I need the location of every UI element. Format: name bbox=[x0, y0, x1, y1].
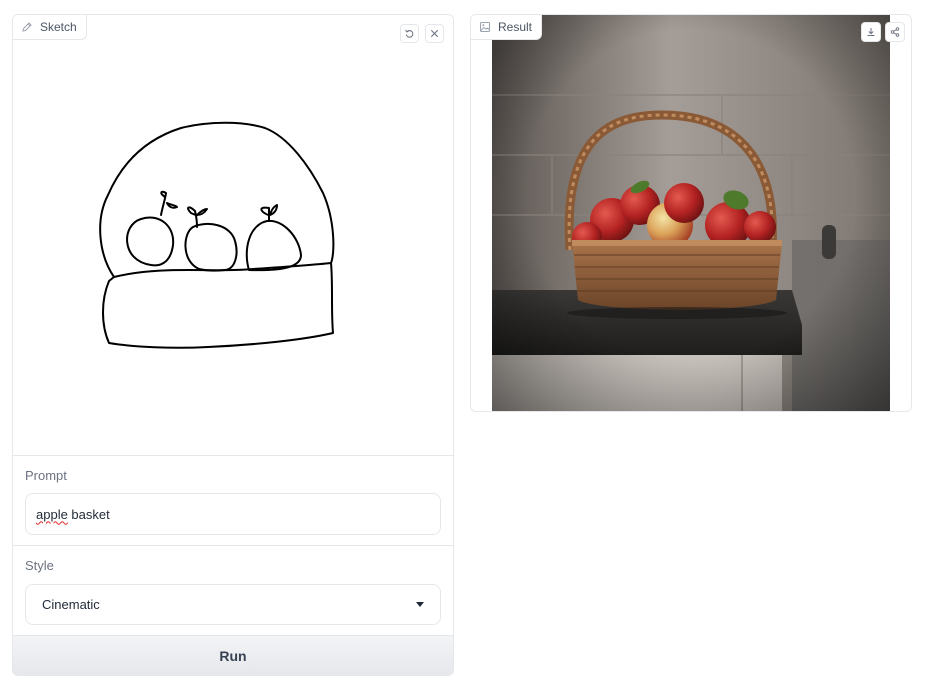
sketch-panel: Sketch bbox=[13, 15, 453, 455]
prompt-input[interactable]: apple basket bbox=[25, 493, 441, 535]
apple-basket-photo bbox=[492, 15, 890, 411]
result-panel: Result bbox=[470, 14, 912, 412]
sketch-canvas[interactable] bbox=[13, 15, 453, 455]
style-dropdown[interactable]: Cinematic bbox=[25, 584, 441, 625]
sketch-dome-stroke bbox=[99, 121, 335, 278]
share-icon bbox=[890, 27, 900, 37]
prompt-block: Prompt apple basket bbox=[13, 456, 453, 545]
chevron-down-icon bbox=[416, 602, 424, 607]
sketch-label: Sketch bbox=[13, 15, 87, 40]
sketch-base-stroke bbox=[102, 262, 334, 349]
style-block: Style Cinematic bbox=[13, 546, 453, 635]
undo-button[interactable] bbox=[400, 24, 419, 43]
sketch-stem-1 bbox=[160, 190, 178, 216]
share-button[interactable] bbox=[885, 22, 905, 42]
style-label: Style bbox=[25, 558, 54, 573]
sketch-stem-3 bbox=[260, 204, 278, 222]
result-label: Result bbox=[471, 15, 543, 40]
image-icon bbox=[480, 22, 490, 32]
sketch-label-text: Sketch bbox=[40, 20, 77, 34]
undo-icon bbox=[405, 29, 414, 38]
prompt-value-rest: basket bbox=[67, 506, 110, 522]
prompt-misspelled-word: apple bbox=[36, 506, 68, 522]
download-icon bbox=[867, 28, 875, 36]
sketch-apple-2 bbox=[184, 222, 238, 272]
sketch-apple-1 bbox=[126, 216, 175, 267]
result-image bbox=[492, 15, 890, 411]
style-selected-value: Cinematic bbox=[42, 597, 100, 612]
result-label-text: Result bbox=[498, 20, 533, 34]
prompt-label: Prompt bbox=[25, 468, 67, 483]
run-button[interactable]: Run bbox=[13, 635, 453, 675]
clear-button[interactable] bbox=[425, 24, 444, 43]
input-column: Sketch Prompt apple basket Style Cinemat… bbox=[12, 14, 454, 676]
sketch-apple-3 bbox=[245, 219, 302, 272]
close-icon bbox=[430, 29, 439, 38]
result-actions bbox=[861, 22, 905, 42]
pencil-icon bbox=[22, 22, 32, 32]
download-button[interactable] bbox=[861, 22, 881, 42]
